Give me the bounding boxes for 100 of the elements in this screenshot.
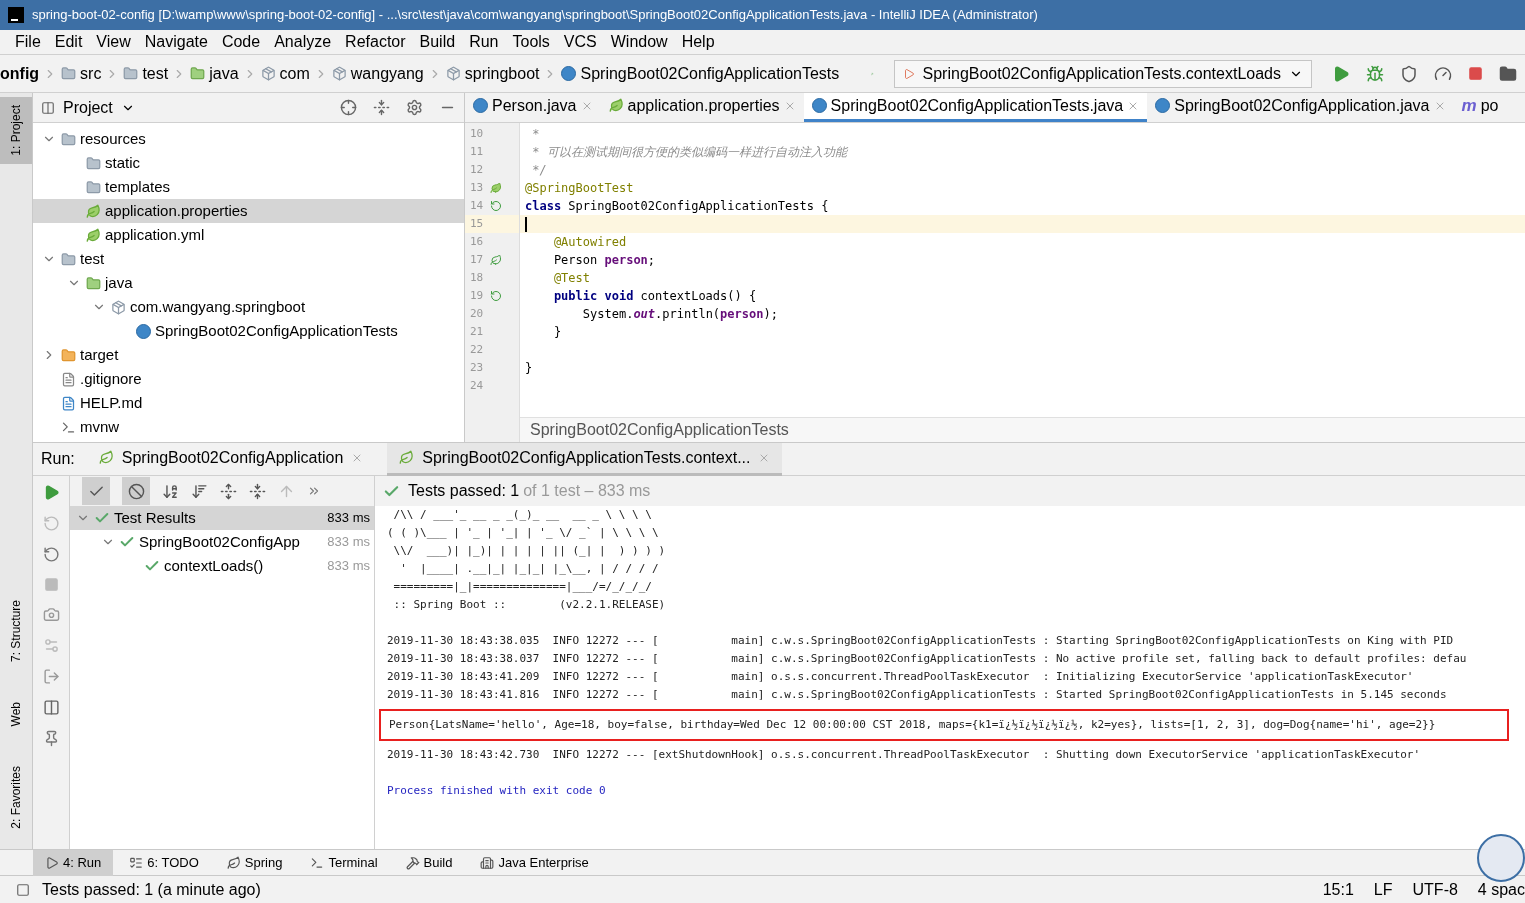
menu-item[interactable]: Window [603, 30, 675, 54]
profile-icon[interactable] [1434, 64, 1452, 83]
exit-icon[interactable] [42, 668, 60, 685]
tree-item[interactable]: mvnw [33, 415, 464, 439]
tree-item[interactable]: application.properties [33, 199, 464, 223]
line-ending[interactable]: LF [1373, 877, 1393, 902]
breadcrumb-item[interactable]: java [190, 61, 239, 86]
menu-item[interactable]: Refactor [338, 30, 413, 54]
folder-icon [123, 66, 139, 81]
tool-window-tab[interactable]: 7: Structure [0, 591, 32, 670]
editor-tab[interactable]: application.properties [600, 93, 804, 122]
tab-label: Java Enterprise [498, 853, 589, 872]
breadcrumb-item[interactable]: src [61, 61, 102, 86]
cursor-position[interactable]: 15:1 [1322, 877, 1354, 902]
line-number: 24 [469, 377, 485, 394]
folder-icon[interactable] [1499, 64, 1517, 83]
test-duration: 833 ms [327, 533, 370, 552]
tree-item[interactable]: com.wangyang.springboot [33, 295, 464, 319]
editor-tab[interactable]: SpringBoot02ConfigApplicationTests.java [803, 93, 1148, 122]
run-config-dropdown[interactable]: SpringBoot02ConfigApplicationTests.contextLoads [893, 59, 1312, 88]
collapse-all-icon[interactable] [249, 482, 266, 500]
camera-icon[interactable] [42, 606, 60, 623]
coverage-icon[interactable] [1400, 64, 1418, 83]
package-icon [260, 66, 276, 81]
rerun-icon[interactable] [42, 546, 60, 563]
run-tab[interactable]: SpringBoot02ConfigApplication [86, 442, 376, 476]
menu-item[interactable]: View [89, 30, 138, 54]
tool-tab[interactable]: Terminal [298, 849, 390, 876]
console-line: Person{LatsName='hello', Age=18, boy=false, birthday=Wed Dec 12 00:00:00 CST 2018, maps={k1=ï¿½ï¿½ï¿½ï¿½, k2=yes}, lists=[1, 2, 3], dog=Dog{name='hi', age=2}} [389, 716, 1436, 733]
menu-item[interactable]: Help [674, 30, 722, 54]
indent-setting[interactable]: 4 spac [1477, 877, 1525, 902]
console-line: ' |____| .__|_| |_|_| |_\__, | / / / / [399, 560, 659, 577]
run-icon[interactable] [1332, 64, 1350, 83]
menu-item[interactable]: File [8, 30, 48, 54]
sort-duration-icon[interactable] [191, 482, 208, 500]
locate-icon[interactable] [340, 99, 357, 116]
collapse-all-icon[interactable] [373, 99, 390, 116]
test-tree-item[interactable]: contextLoads() 833 ms [70, 554, 374, 578]
stop-icon[interactable] [1468, 66, 1483, 81]
panel-icon[interactable] [16, 882, 30, 897]
test-tree-item[interactable]: Test Results 833 ms [70, 506, 374, 530]
bean-icon[interactable] [490, 254, 502, 266]
menu-item[interactable]: VCS [556, 30, 604, 54]
editor-tab[interactable]: m po [1453, 93, 1507, 122]
tab-label: 6: TODO [147, 853, 199, 872]
tree-item[interactable]: HELP.md [33, 391, 464, 415]
panel-title[interactable]: Project [63, 95, 113, 120]
breadcrumb-item[interactable]: springboot [445, 61, 540, 86]
tool-tab[interactable]: Java Enterprise [468, 849, 601, 876]
run-tab[interactable]: SpringBoot02ConfigApplicationTests.context... [387, 442, 783, 476]
menu-item[interactable]: Tools [505, 30, 557, 54]
test-tree-item[interactable]: SpringBoot02ConfigApp 833 ms [70, 530, 374, 554]
breadcrumb-item[interactable]: test [123, 61, 169, 86]
config-icon [902, 67, 915, 80]
tool-tab[interactable]: Build [393, 849, 465, 876]
tool-window-tab[interactable]: Web [0, 693, 32, 735]
run-gutter-icon[interactable] [490, 290, 502, 302]
breadcrumb-label: SpringBoot02ConfigApplicationTests [580, 63, 840, 84]
menu-item[interactable]: Run [462, 30, 506, 54]
tool-tab[interactable]: 6: TODO [117, 849, 211, 876]
menu-item[interactable]: Build [412, 30, 463, 54]
editor-tab[interactable]: SpringBoot02ConfigApplication.java [1147, 93, 1454, 122]
editor-tab[interactable]: Person.java [465, 93, 601, 122]
breadcrumb-item[interactable]: com [260, 61, 310, 86]
tree-item[interactable]: SpringBoot02ConfigApplicationTests [33, 319, 464, 343]
breadcrumb-item[interactable]: SpringBoot02ConfigApplicationTests [561, 61, 840, 86]
breadcrumb-item[interactable]: wangyang [331, 61, 424, 86]
menu-item[interactable]: Analyze [267, 30, 339, 54]
menu-item[interactable]: Navigate [137, 30, 215, 54]
app-logo-icon [8, 7, 24, 23]
tool-tab[interactable]: Spring [214, 849, 295, 876]
class-icon [473, 98, 488, 113]
tree-item[interactable]: .gitignore [33, 367, 464, 391]
tool-window-tab[interactable]: 2: Favorites [0, 758, 32, 837]
settings-icon[interactable] [406, 99, 423, 116]
run-gutter-icon[interactable] [490, 200, 502, 212]
leaf-icon[interactable] [490, 182, 502, 194]
tool-window-tab[interactable]: 1: Project [0, 97, 32, 164]
tree-item[interactable]: application.yml [33, 223, 464, 247]
tree-item[interactable]: target [33, 343, 464, 367]
tree-item[interactable]: java [33, 271, 464, 295]
menu-item[interactable]: Code [214, 30, 268, 54]
tree-item[interactable]: test [33, 247, 464, 271]
console-line: 2019-11-30 18:43:38.035 INFO 12272 --- [ main] c.w.s.SpringBoot02ConfigApplicationTests : Starting SpringBoot02ConfigApplicationTests on King with PID [387, 632, 1454, 649]
filter-toggle[interactable] [82, 477, 110, 505]
tree-item[interactable]: templates [33, 175, 464, 199]
tree-item[interactable]: static [33, 151, 464, 175]
layout-icon[interactable] [42, 699, 60, 716]
file-encoding[interactable]: UTF-8 [1412, 877, 1458, 902]
line-number: 16 [469, 233, 485, 250]
menu-item[interactable]: Edit [47, 30, 90, 54]
debug-icon[interactable] [1366, 64, 1384, 83]
more-icon[interactable] [307, 484, 321, 498]
filter-toggle[interactable] [122, 477, 150, 505]
expand-all-icon[interactable] [220, 482, 237, 500]
sort-alpha-icon[interactable] [162, 482, 179, 500]
tool-tab[interactable]: 4: Run [33, 849, 114, 876]
tree-item[interactable]: resources [33, 127, 464, 151]
breadcrumb-item[interactable]: onfig [0, 61, 40, 86]
code-line: * [531, 126, 540, 143]
